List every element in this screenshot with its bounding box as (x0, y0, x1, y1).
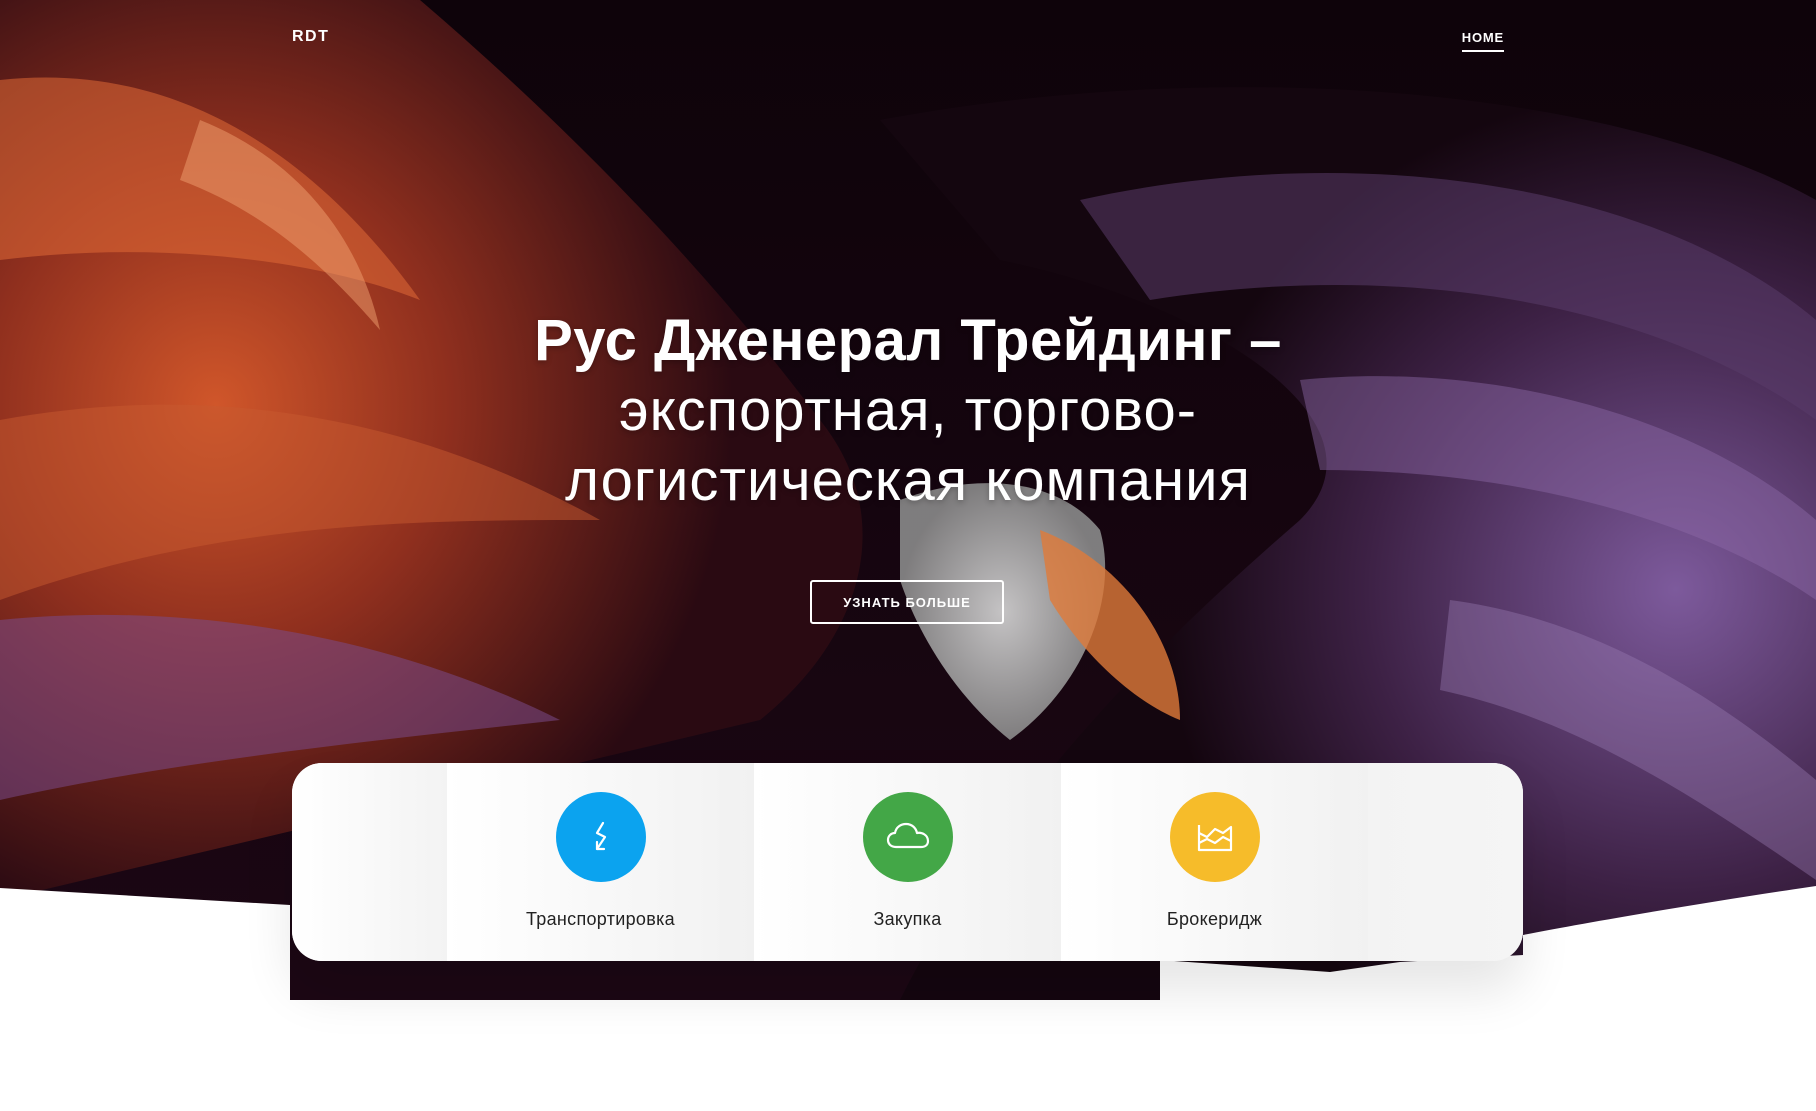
hero-subtitle: экспортная, торгово-логистическая компан… (565, 378, 1251, 513)
learn-more-button[interactable]: УЗНАТЬ БОЛЬШЕ (810, 580, 1004, 624)
hero-title: Рус Дженерал Трейдинг – (534, 308, 1282, 373)
page: RDT HOME Рус Дженерал Трейдинг – экспорт… (0, 0, 1816, 1111)
cloud-icon (862, 792, 953, 882)
service-label: Транспортировка (526, 909, 675, 929)
service-purchase[interactable]: Закупка (754, 763, 1061, 961)
nav-link-home[interactable]: HOME (1461, 30, 1504, 52)
hero-text: Рус Дженерал Трейдинг – экспортная, торг… (0, 306, 1816, 516)
services-spacer-left (292, 763, 447, 961)
service-label: Брокеридж (1166, 909, 1263, 929)
area-chart-icon (1169, 792, 1260, 882)
services-card: Транспортировка Закупка Брокеридж (292, 763, 1523, 961)
services-spacer-right (1368, 763, 1523, 961)
service-label: Закупка (873, 909, 942, 929)
service-brokerage[interactable]: Брокеридж (1061, 763, 1368, 961)
brand-logo[interactable]: RDT (292, 28, 329, 46)
service-transport[interactable]: Транспортировка (447, 763, 754, 961)
lightning-arrow-icon (555, 792, 646, 882)
